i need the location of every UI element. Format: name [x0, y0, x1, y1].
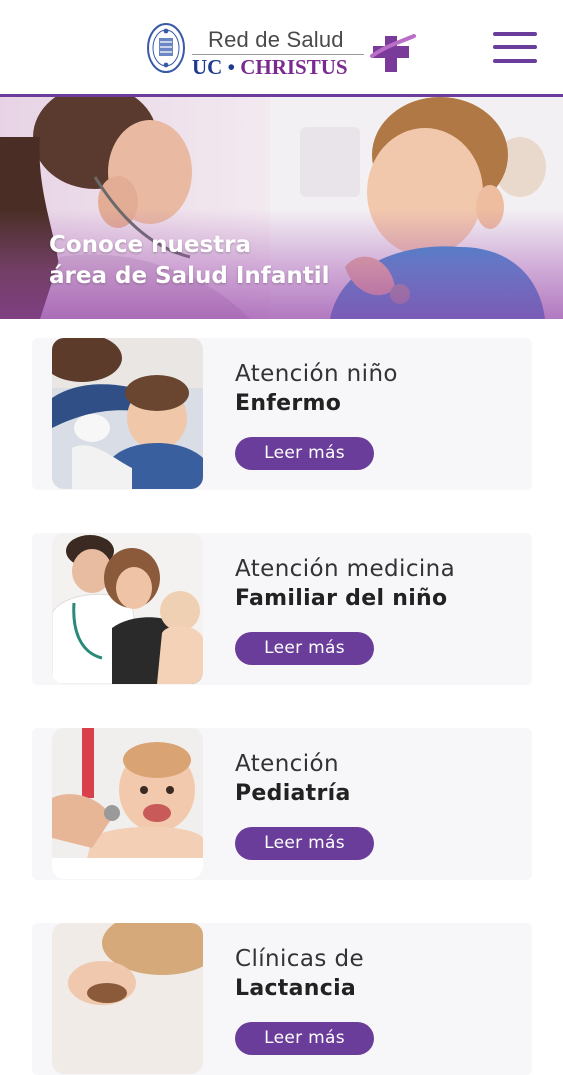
card-image-smiling-baby — [52, 728, 203, 879]
hero-title-line1: Conoce nuestra — [49, 232, 251, 258]
card-title-line1: Clínicas de — [235, 946, 364, 972]
read-more-button[interactable]: Leer más — [235, 827, 374, 860]
card-title-line1: Atención niño — [235, 361, 398, 387]
card-clinicas-lactancia[interactable]: Clínicas de Lactancia Leer más — [32, 923, 532, 1075]
card-title-line2: Pediatría — [235, 781, 351, 806]
card-title-line2: Lactancia — [235, 976, 357, 1001]
brand-name-line1: Red de Salud — [208, 27, 344, 52]
hero-title[interactable]: Conoce nuestra área de Salud Infantil — [49, 230, 379, 292]
card-image-sick-child — [52, 338, 203, 489]
menu-bar-bottom — [493, 59, 537, 63]
hero-banner[interactable]: Conoce nuestra área de Salud Infantil — [0, 97, 563, 319]
uc-seal-icon — [147, 23, 185, 73]
card-title-line2: Familiar del niño — [235, 586, 448, 611]
card-medicina-familiar[interactable]: Atención medicina Familiar del niño Leer… — [32, 533, 532, 685]
card-title-line2: Enfermo — [235, 391, 342, 416]
brand-uc: UC — [192, 55, 223, 79]
card-image-family-doctor — [52, 533, 203, 684]
card-title-line1: Atención — [235, 751, 339, 777]
card-image-mother-baby — [52, 923, 203, 1074]
card-title-line1: Atención medicina — [235, 556, 456, 582]
menu-bar-middle — [493, 45, 537, 49]
read-more-button[interactable]: Leer más — [235, 632, 374, 665]
menu-bar-top — [493, 32, 537, 36]
card-atencion-nino-enfermo[interactable]: Atención niño Enfermo Leer más — [32, 338, 532, 490]
brand-dot: • — [227, 55, 235, 79]
hamburger-menu-icon[interactable] — [493, 32, 537, 64]
brand-name-line2: UC • CHRISTUS — [192, 55, 348, 79]
hero-title-line2: área de Salud Infantil — [49, 263, 330, 289]
brand-christus: CHRISTUS — [240, 55, 348, 79]
christus-cross-icon — [370, 34, 416, 72]
read-more-button[interactable]: Leer más — [235, 437, 374, 470]
site-header: Red de Salud UC • CHRISTUS — [0, 0, 563, 97]
card-atencion-pediatria[interactable]: Atención Pediatría Leer más — [32, 728, 532, 880]
read-more-button[interactable]: Leer más — [235, 1022, 374, 1055]
red-salud-uc-christus-logo[interactable]: Red de Salud UC • CHRISTUS — [146, 20, 418, 80]
